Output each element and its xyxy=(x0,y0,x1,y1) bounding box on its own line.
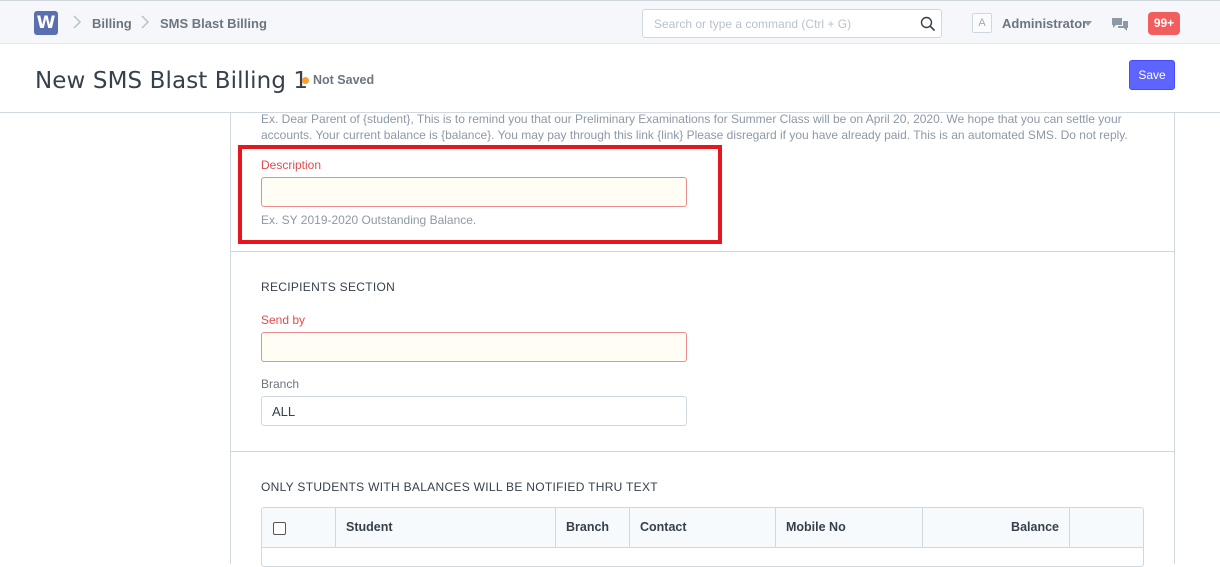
page-title: New SMS Blast Billing 1 xyxy=(35,68,309,94)
column-header-contact[interactable]: Contact xyxy=(630,508,776,548)
page-head: New SMS Blast Billing 1 Not Saved Save xyxy=(0,44,1220,113)
app-logo[interactable]: W xyxy=(34,11,58,35)
save-button[interactable]: Save xyxy=(1129,60,1175,90)
avatar[interactable]: A xyxy=(972,13,992,33)
message-help-text: Ex. Dear Parent of {student}, This is to… xyxy=(261,112,1128,142)
description-label: Description xyxy=(261,158,322,172)
branch-field[interactable] xyxy=(261,396,687,426)
select-all-checkbox[interactable] xyxy=(273,522,286,535)
students-section-title: ONLY STUDENTS WITH BALANCES WILL BE NOTI… xyxy=(261,480,658,494)
description-field[interactable] xyxy=(261,177,687,207)
user-menu[interactable]: Administrator xyxy=(1002,16,1087,31)
notifications-badge[interactable]: 99+ xyxy=(1148,12,1180,35)
chevron-right-icon xyxy=(141,15,150,29)
branch-label: Branch xyxy=(261,377,300,391)
breadcrumb-billing[interactable]: Billing xyxy=(92,16,132,31)
select-all-cell xyxy=(262,508,336,548)
search-icon[interactable] xyxy=(920,16,936,32)
send-by-label: Send by xyxy=(261,313,306,327)
column-header-balance[interactable]: Balance xyxy=(923,508,1070,548)
column-header-mobile-no[interactable]: Mobile No xyxy=(776,508,923,548)
message-section: Ex. Dear Parent of {student}, This is to… xyxy=(231,112,1174,252)
recipients-section-title: RECIPIENTS SECTION xyxy=(261,280,396,294)
search-input[interactable]: Search or type a command (Ctrl + G) xyxy=(642,9,942,38)
caret-down-icon[interactable] xyxy=(1084,21,1092,26)
table-header: Student Branch Contact Mobile No Balance xyxy=(262,508,1143,548)
status-indicator: Not Saved xyxy=(313,73,375,87)
students-table: Student Branch Contact Mobile No Balance xyxy=(261,507,1144,567)
chevron-right-icon xyxy=(73,15,82,29)
column-header-actions xyxy=(1070,508,1143,548)
breadcrumb-sms-blast-billing[interactable]: SMS Blast Billing xyxy=(160,16,267,31)
chat-icon[interactable] xyxy=(1111,16,1129,32)
description-help-text: Ex. SY 2019-2020 Outstanding Balance. xyxy=(261,213,477,227)
column-header-student[interactable]: Student xyxy=(336,508,556,548)
send-by-field[interactable] xyxy=(261,332,687,362)
search-placeholder: Search or type a command (Ctrl + G) xyxy=(654,17,852,31)
navbar: W Billing SMS Blast Billing Search or ty… xyxy=(0,0,1220,44)
column-header-branch[interactable]: Branch xyxy=(556,508,630,548)
recipients-section: RECIPIENTS SECTION Send by Branch xyxy=(231,252,1174,452)
form-layout: Ex. Dear Parent of {student}, This is to… xyxy=(230,112,1175,567)
status-dot-icon xyxy=(302,77,309,84)
